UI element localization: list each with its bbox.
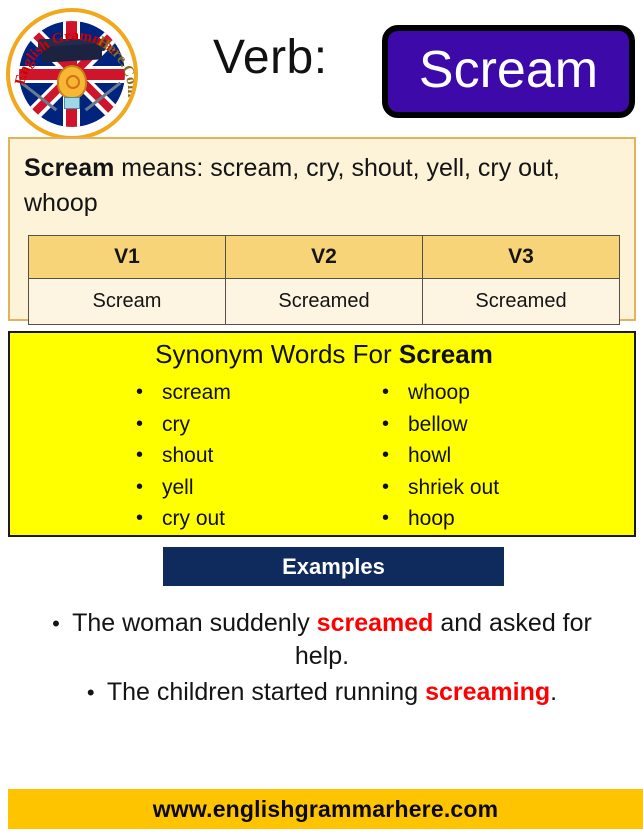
list-item: cry out <box>132 503 231 535</box>
column-header-v2: V2 <box>225 235 423 279</box>
synonyms-title-prefix: Synonym Words For <box>155 339 399 369</box>
list-item: howl <box>378 440 499 472</box>
synonyms-title-word: Scream <box>398 339 493 369</box>
list-item: cry <box>132 409 231 441</box>
meaning-text: Scream means: scream, cry, shout, yell, … <box>24 151 624 220</box>
column-header-v3: V3 <box>422 235 620 279</box>
examples-banner-label: Examples <box>282 553 385 579</box>
meaning-box: Scream means: scream, cry, shout, yell, … <box>8 137 636 325</box>
verb-word-badge: Scream <box>382 25 635 118</box>
footer-url: www.englishgrammarhere.com <box>152 795 499 822</box>
synonyms-title: Synonym Words For Scream <box>10 339 638 370</box>
cell-v3: Screamed <box>422 278 620 325</box>
list-item: The children started running screaming. <box>22 676 622 709</box>
cell-v2: Screamed <box>225 278 423 325</box>
examples-banner: Examples <box>163 547 504 586</box>
example-highlight: screamed <box>316 609 434 637</box>
list-item: bellow <box>378 409 499 441</box>
verb-forms-table: V1 V2 V3 Scream Screamed Screamed <box>28 235 620 325</box>
page-header: English Grammar Here.Com Verb: Scream <box>0 0 643 140</box>
verb-label: Verb: <box>213 31 328 84</box>
list-item: The woman suddenly screamed and asked fo… <box>22 607 622 674</box>
svg-text:Here.Com: Here.Com <box>95 34 138 99</box>
example-highlight: screaming <box>425 677 551 706</box>
logo-circular-text: English Grammar Here.Com <box>10 12 138 136</box>
meaning-lead: means: <box>114 154 211 182</box>
example-text-before: The children started running <box>106 677 426 706</box>
examples-list: The woman suddenly screamed and asked fo… <box>22 607 622 711</box>
meaning-word: Scream <box>24 154 115 182</box>
list-item: shout <box>132 440 231 472</box>
example-text-after: . <box>550 677 558 706</box>
list-item: yell <box>132 472 231 504</box>
list-item: hoop <box>378 503 499 535</box>
column-header-v1: V1 <box>28 235 226 279</box>
synonyms-left-column: scream cry shout yell cry out <box>132 377 231 535</box>
list-item: shriek out <box>378 472 499 504</box>
synonyms-box: Synonym Words For Scream scream cry shou… <box>8 331 636 537</box>
example-text-before: The woman suddenly <box>72 609 317 637</box>
footer-bar: www.englishgrammarhere.com <box>8 789 643 829</box>
site-logo: English Grammar Here.Com <box>6 8 138 140</box>
synonyms-right-column: whoop bellow howl shriek out hoop <box>378 377 499 535</box>
list-item: scream <box>132 377 231 409</box>
table-header-row: V1 V2 V3 <box>28 235 620 279</box>
verb-word-text: Scream <box>418 40 599 99</box>
table-row: Scream Screamed Screamed <box>28 278 620 325</box>
cell-v1: Scream <box>28 278 226 325</box>
list-item: whoop <box>378 377 499 409</box>
